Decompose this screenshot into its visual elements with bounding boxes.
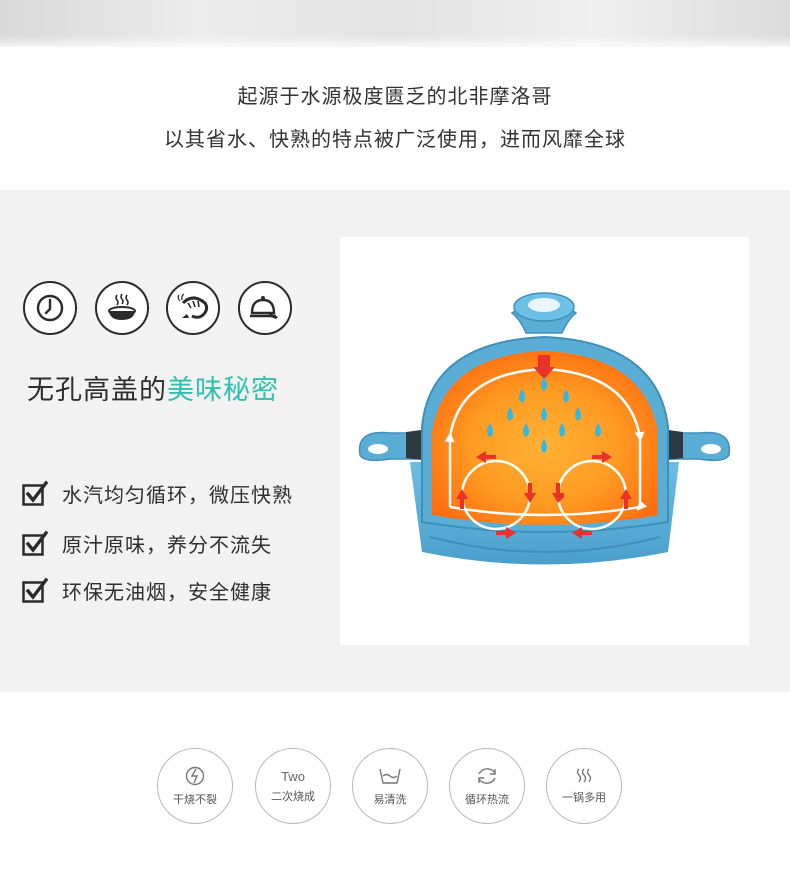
intro-line-2: 以其省水、快熟的特点被广泛使用，进而风靡全球 — [164, 127, 626, 151]
basin-icon — [379, 768, 401, 784]
no-crack-icon — [185, 766, 205, 786]
checklist-item: 原汁原味，养分不流失 — [22, 528, 272, 558]
checkbox-checked-icon — [22, 480, 49, 506]
two-icon: Two — [281, 768, 305, 784]
clock-icon — [23, 281, 77, 335]
cloche-icon — [238, 281, 292, 335]
badge-label: 循环热流 — [465, 793, 509, 806]
intro-line-1: 起源于水源极度匮乏的北非摩洛哥 — [237, 84, 553, 108]
badge-label: 干烧不裂 — [173, 793, 217, 806]
badge-label: 一锅多用 — [562, 791, 606, 804]
cycle-icon — [478, 768, 496, 784]
feature-badge-row: 干烧不裂 Two 二次烧成 易清洗 循环热流 一锅多用 — [0, 748, 790, 824]
badge-easy-clean: 易清洗 — [352, 748, 428, 824]
badge-no-crack: 干烧不裂 — [157, 748, 233, 824]
badge-label: 易清洗 — [373, 793, 407, 806]
top-banner-image — [0, 0, 790, 47]
headline-prefix: 无孔高盖的 — [27, 375, 167, 406]
steam-icon — [576, 768, 592, 783]
checkbox-checked-icon — [22, 530, 49, 556]
checklist-label: 水汽均匀循环，微压快熟 — [62, 482, 293, 507]
feature-headline: 无孔高盖的美味秘密 — [27, 368, 279, 407]
checkbox-checked-icon — [22, 577, 49, 603]
badge-two-firing: Two 二次烧成 — [255, 748, 331, 824]
badge-label: 二次烧成 — [271, 789, 315, 803]
checklist-item: 环保无油烟，安全健康 — [22, 575, 272, 605]
checklist-label: 原汁原味，养分不流失 — [62, 532, 272, 557]
checklist-label: 环保无油烟，安全健康 — [62, 579, 272, 604]
steaming-bowl-icon — [95, 281, 149, 335]
tagine-pot-illustration — [340, 237, 749, 645]
badge-multi-use: 一锅多用 — [546, 748, 622, 824]
shrimp-icon — [166, 281, 220, 335]
badge-heat-cycle: 循环热流 — [449, 748, 525, 824]
checklist-item: 水汽均匀循环，微压快熟 — [22, 478, 293, 508]
headline-accent: 美味秘密 — [167, 375, 279, 406]
